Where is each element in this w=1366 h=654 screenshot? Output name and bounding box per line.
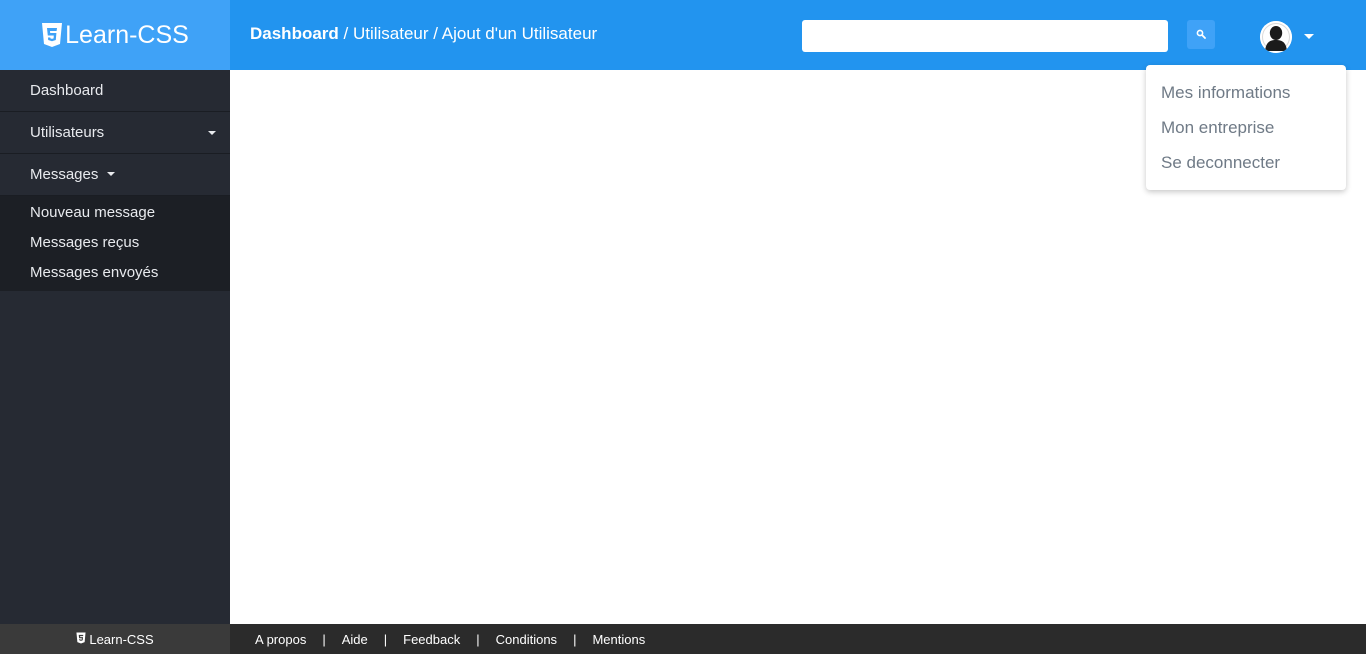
- footer-separator: |: [476, 631, 480, 647]
- user-avatar[interactable]: [1260, 21, 1292, 53]
- sidebar-item-label: Utilisateurs: [30, 124, 105, 141]
- chevron-down-icon[interactable]: [1304, 34, 1314, 39]
- sidebar-item-messages[interactable]: Messages: [0, 154, 230, 196]
- submenu-item-nouveau-message[interactable]: Nouveau message: [0, 198, 230, 228]
- search-input[interactable]: [802, 20, 1168, 52]
- sidebar-item-label: Messages: [30, 166, 99, 183]
- menu-item-mon-entreprise[interactable]: Mon entreprise: [1146, 110, 1346, 145]
- footer-separator: |: [383, 631, 388, 647]
- sidebar: Dashboard Utilisateurs Messages Nouveau …: [0, 70, 230, 624]
- menu-item-mes-informations[interactable]: Mes informations: [1146, 75, 1346, 110]
- footer-separator: |: [573, 631, 577, 647]
- footer-link-a-propos[interactable]: A propos: [255, 632, 306, 647]
- submenu-item-messages-recus[interactable]: Messages reçus: [0, 228, 230, 258]
- messages-submenu: Nouveau message Messages reçus Messages …: [0, 196, 230, 291]
- breadcrumb-separator: /: [338, 24, 353, 43]
- footer-brand: Learn-CSS: [0, 624, 230, 654]
- submenu-item-messages-envoyes[interactable]: Messages envoyés: [0, 258, 230, 288]
- top-bar: Dashboard / Utilisateur / Ajout d'un Uti…: [230, 0, 1366, 70]
- footer-link-mentions[interactable]: Mentions: [592, 632, 645, 647]
- app-root: Learn-CSS Dashboard / Utilisateur / Ajou…: [0, 0, 1366, 654]
- footer-link-aide[interactable]: Aide: [342, 632, 368, 647]
- footer-separator: |: [322, 631, 326, 647]
- footer-link-feedback[interactable]: Feedback: [403, 632, 460, 647]
- chevron-down-icon: [106, 172, 115, 177]
- user-dropdown-menu: Mes informations Mon entreprise Se decon…: [1146, 65, 1346, 190]
- user-silhouette-icon: [1260, 21, 1292, 53]
- breadcrumb-separator: /: [428, 24, 442, 43]
- sidebar-item-utilisateurs[interactable]: Utilisateurs: [0, 112, 230, 154]
- footer: A propos | Aide | Feedback | Conditions …: [230, 624, 1366, 654]
- menu-item-se-deconnecter[interactable]: Se deconnecter: [1146, 145, 1346, 180]
- chevron-down-icon: [208, 131, 216, 135]
- breadcrumb: Dashboard / Utilisateur / Ajout d'un Uti…: [250, 24, 597, 44]
- sidebar-item-dashboard[interactable]: Dashboard: [0, 70, 230, 112]
- search-icon: [1196, 27, 1206, 42]
- css3-icon: [41, 22, 63, 48]
- footer-link-conditions[interactable]: Conditions: [496, 632, 557, 647]
- sidebar-item-label: Dashboard: [30, 82, 104, 99]
- breadcrumb-dashboard[interactable]: Dashboard: [250, 24, 339, 43]
- brand-name: Learn-CSS: [65, 20, 189, 49]
- search-button[interactable]: [1187, 20, 1215, 49]
- footer-brand-name: Learn-CSS: [89, 631, 154, 647]
- css3-icon: [76, 632, 86, 647]
- brand-logo[interactable]: Learn-CSS: [0, 0, 230, 70]
- breadcrumb-utilisateur[interactable]: Utilisateur: [353, 24, 429, 43]
- breadcrumb-current-page: Ajout d'un Utilisateur: [441, 24, 598, 43]
